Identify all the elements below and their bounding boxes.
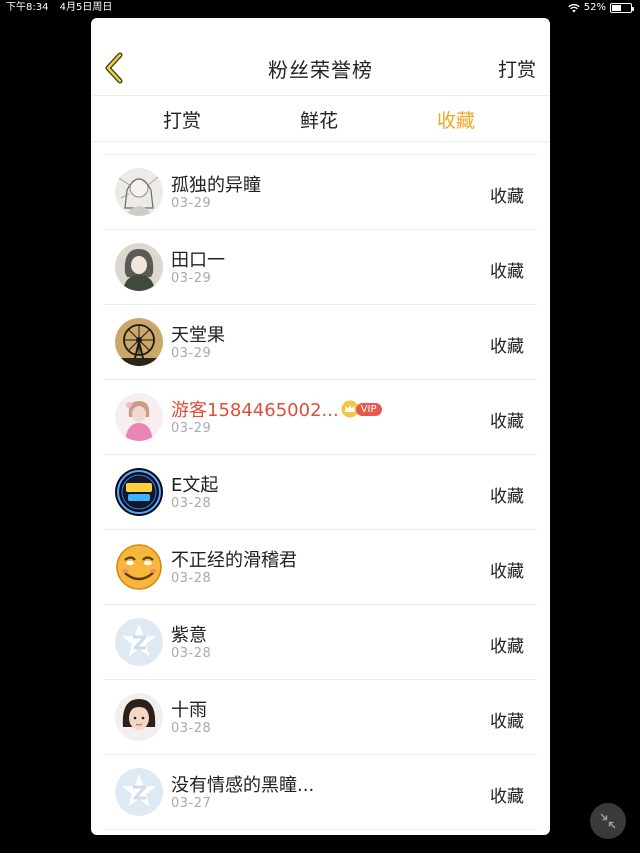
- avatar[interactable]: [115, 693, 163, 741]
- user-name: 孤独的异瞳: [171, 175, 261, 196]
- favorite-button[interactable]: 收藏: [490, 557, 524, 582]
- reward-button[interactable]: 打赏: [498, 55, 536, 82]
- list-item[interactable]: 田口一 03-29 收藏: [103, 230, 537, 305]
- avatar[interactable]: [115, 393, 163, 441]
- user-name: 天堂果: [171, 325, 225, 346]
- child-photo-avatar-icon: [115, 693, 163, 741]
- favorite-button[interactable]: 收藏: [490, 782, 524, 807]
- list-item[interactable]: 天堂果 03-29 收藏: [103, 305, 537, 380]
- name-line: 没有情感的黑瞳...: [171, 771, 314, 797]
- avatar[interactable]: [115, 543, 163, 591]
- date: 03-28: [171, 496, 212, 511]
- anime-girl-avatar-icon: [115, 243, 163, 291]
- battery-icon: [610, 3, 634, 13]
- favorite-button[interactable]: 收藏: [490, 257, 524, 282]
- vip-badge: VIP: [355, 402, 382, 416]
- page-title: 粉丝荣誉榜: [268, 58, 373, 82]
- funny-face-avatar-icon: [115, 543, 163, 591]
- name-line: 田口一: [171, 246, 225, 272]
- user-name: 十雨: [171, 700, 207, 721]
- tab-flowers[interactable]: 鲜花: [279, 106, 359, 133]
- status-time: 下午8:34: [6, 2, 49, 13]
- list-item[interactable]: 不正经的滑稽君 03-28 收藏: [103, 530, 537, 605]
- list-item[interactable]: 没有情感的黑瞳... 03-27 收藏: [103, 755, 537, 830]
- battery-percent: 52%: [583, 2, 606, 13]
- collapse-button[interactable]: [590, 803, 626, 839]
- header: 粉丝荣誉榜 打赏: [91, 18, 550, 96]
- tab-bar: 打赏 鲜花 收藏: [91, 96, 550, 142]
- status-bar: 下午8:34 4月5日周日 52%: [0, 0, 640, 16]
- name-line: 紫意: [171, 621, 207, 647]
- neon-logo-avatar-icon: [115, 468, 163, 516]
- favorite-button[interactable]: 收藏: [490, 482, 524, 507]
- favorite-button[interactable]: 收藏: [490, 632, 524, 657]
- avatar[interactable]: [115, 318, 163, 366]
- name-line: 十雨: [171, 696, 207, 722]
- date: 03-29: [171, 271, 212, 286]
- sketch-girl-avatar-icon: [115, 168, 163, 216]
- qq-default-avatar-icon: [115, 768, 163, 816]
- name-line: 不正经的滑稽君: [171, 546, 297, 572]
- date: 03-27: [171, 796, 212, 811]
- date: 03-29: [171, 196, 212, 211]
- favorite-button[interactable]: 收藏: [490, 182, 524, 207]
- name-line: 孤独的异瞳: [171, 171, 261, 197]
- avatar[interactable]: [115, 243, 163, 291]
- list-item[interactable]: 十雨 03-28 收藏: [103, 680, 537, 755]
- tab-favorites[interactable]: 收藏: [416, 106, 496, 133]
- date: 03-28: [171, 646, 212, 661]
- date: 03-28: [171, 571, 212, 586]
- status-right: 52%: [568, 0, 634, 16]
- wifi-icon: [568, 4, 580, 13]
- user-name: 游客1584465002...: [171, 400, 339, 421]
- status-left: 下午8:34 4月5日周日: [6, 0, 120, 16]
- favorite-button[interactable]: 收藏: [490, 707, 524, 732]
- name-line: 游客1584465002... VIP: [171, 396, 382, 422]
- collapse-arrows-icon: [600, 813, 616, 829]
- status-date: 4月5日周日: [59, 2, 113, 13]
- user-name: 没有情感的黑瞳...: [171, 775, 315, 796]
- date: 03-29: [171, 421, 212, 436]
- favorite-button[interactable]: 收藏: [490, 332, 524, 357]
- fans-honor-panel: 粉丝荣誉榜 打赏 打赏 鲜花 收藏 孤独的异瞳 03-29 收藏 田口一 03-…: [91, 18, 550, 835]
- name-line: 天堂果: [171, 321, 225, 347]
- date: 03-29: [171, 346, 212, 361]
- user-name: 不正经的滑稽君: [171, 550, 297, 571]
- avatar[interactable]: [115, 768, 163, 816]
- list-item[interactable]: 游客1584465002... VIP 03-29 收藏: [103, 380, 537, 455]
- user-name: 紫意: [171, 625, 207, 646]
- fans-list: 孤独的异瞳 03-29 收藏 田口一 03-29 收藏 天堂果 03-29 收藏…: [103, 154, 537, 835]
- favorite-button[interactable]: 收藏: [490, 407, 524, 432]
- user-name: E文起: [171, 475, 219, 496]
- date: 03-28: [171, 721, 212, 736]
- avatar[interactable]: [115, 468, 163, 516]
- list-item[interactable]: 紫意 03-28 收藏: [103, 605, 537, 680]
- ferris-wheel-avatar-icon: [115, 318, 163, 366]
- list-item[interactable]: 孤独的异瞳 03-29 收藏: [103, 155, 537, 230]
- pink-girl-avatar-icon: [115, 393, 163, 441]
- name-line: E文起: [171, 471, 218, 497]
- user-name: 田口一: [171, 250, 225, 271]
- qq-default-avatar-icon: [115, 618, 163, 666]
- tab-reward[interactable]: 打赏: [142, 106, 222, 133]
- list-item[interactable]: E文起 03-28 收藏: [103, 455, 537, 530]
- avatar[interactable]: [115, 168, 163, 216]
- avatar[interactable]: [115, 618, 163, 666]
